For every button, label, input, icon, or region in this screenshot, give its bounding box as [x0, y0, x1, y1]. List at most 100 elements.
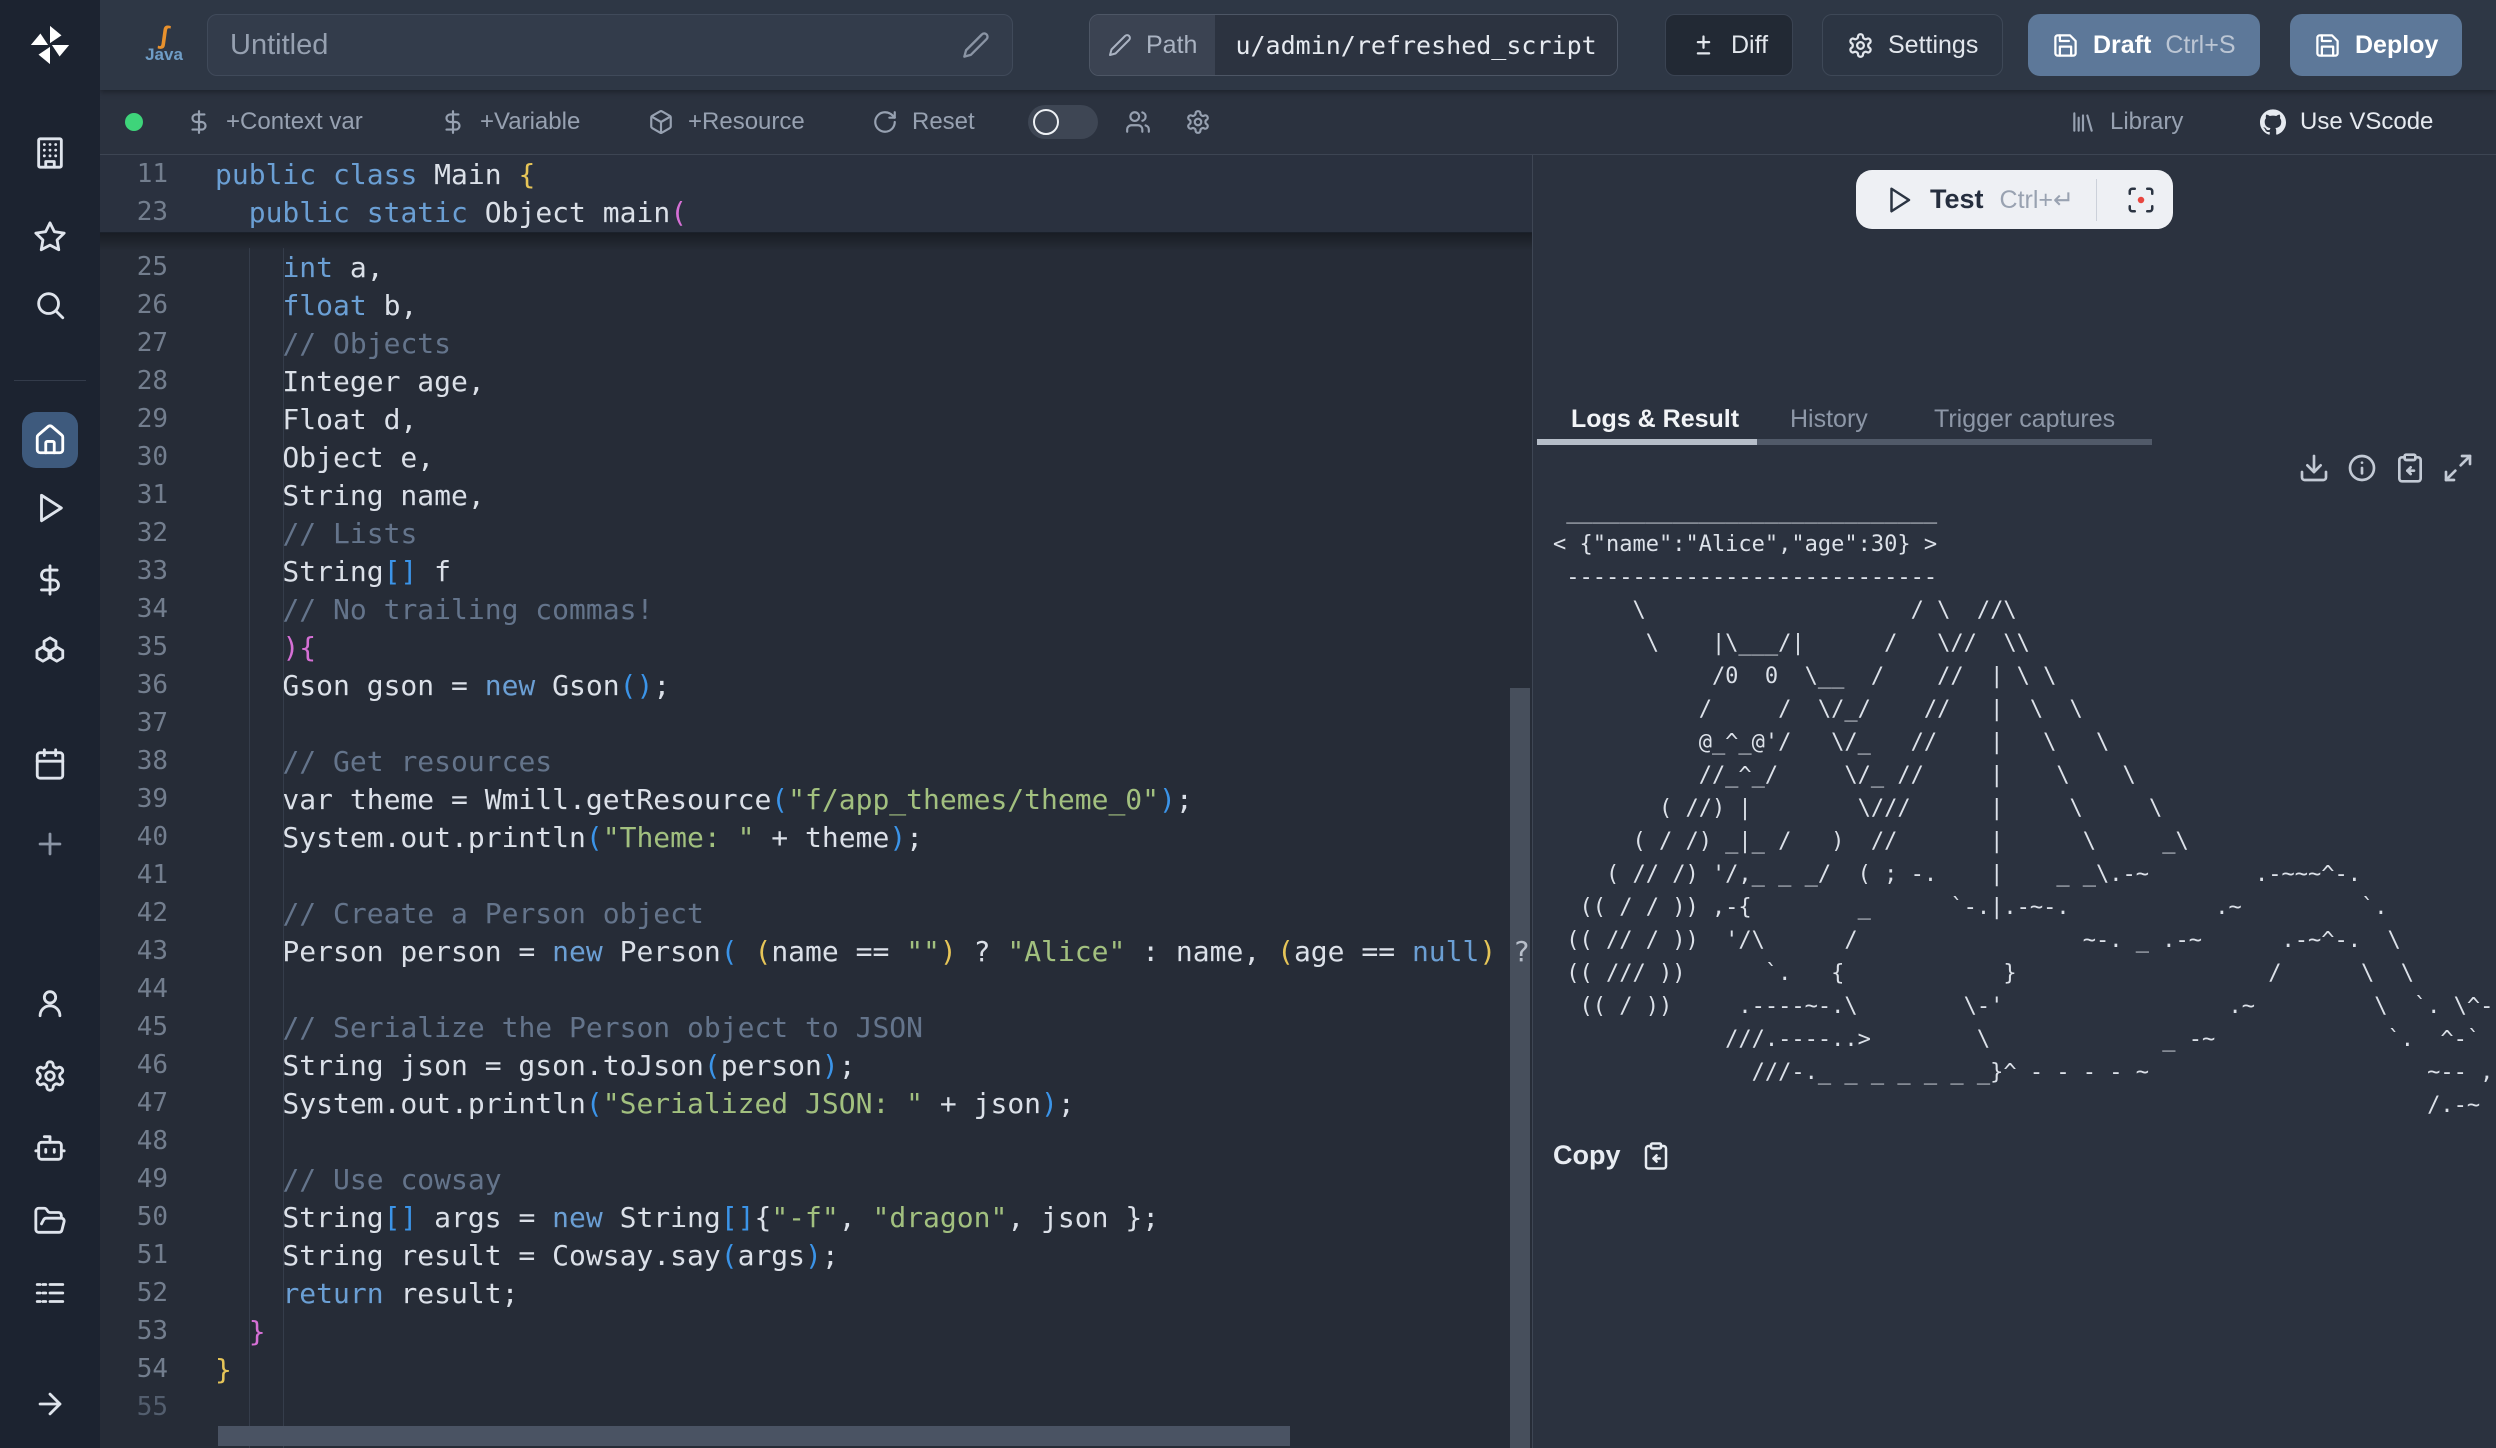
windmill-logo-icon[interactable]: [27, 22, 73, 68]
code-line: 35 ){: [100, 628, 1532, 666]
vertical-scrollbar[interactable]: [1510, 688, 1530, 1448]
line-number: 32: [100, 518, 168, 548]
use-vscode-button[interactable]: Use VScode: [2260, 90, 2433, 154]
info-icon[interactable]: [2346, 452, 2378, 484]
line-number: 49: [100, 1164, 168, 1194]
line-number: 55: [100, 1392, 168, 1422]
draft-shortcut: Ctrl+S: [2165, 31, 2235, 60]
diff-button[interactable]: Diff: [1665, 14, 1793, 76]
code-line: 27 // Objects: [100, 324, 1532, 362]
add-variable-button[interactable]: +Variable: [440, 90, 580, 154]
sidebar-item-resources[interactable]: [22, 624, 78, 680]
code-line: 49 // Use cowsay: [100, 1160, 1532, 1198]
assistant-toggle[interactable]: [1028, 105, 1098, 139]
line-number: 52: [100, 1278, 168, 1308]
divider: [2096, 179, 2097, 221]
add-resource-button[interactable]: +Resource: [648, 90, 805, 154]
sidebar-item-search[interactable]: [22, 277, 78, 333]
users-icon: [1125, 109, 1151, 135]
sidebar-item-add[interactable]: [22, 816, 78, 872]
toggle-knob: [1033, 109, 1059, 135]
play-icon: [33, 491, 67, 525]
result-output: ____________________________ < {"name":"…: [1553, 495, 2496, 1122]
sidebar-item-folders[interactable]: [22, 1193, 78, 1249]
draft-button[interactable]: Draft Ctrl+S: [2028, 14, 2260, 76]
sidebar-item-favorites[interactable]: [22, 209, 78, 265]
expand-icon[interactable]: [2442, 452, 2474, 484]
tab-logs-result[interactable]: Logs & Result: [1571, 405, 1739, 434]
download-icon[interactable]: [2298, 452, 2330, 484]
collaborators-button[interactable]: [1125, 90, 1151, 154]
code-line: 53 }: [100, 1312, 1532, 1350]
sidebar: [0, 0, 100, 1448]
code-line: 43 Person person = new Person( (name == …: [100, 932, 1532, 970]
calendar-icon: [33, 747, 67, 781]
sidebar-collapse-button[interactable]: [22, 1376, 78, 1432]
path-value[interactable]: u/admin/refreshed_script: [1215, 15, 1616, 75]
path-field[interactable]: Path u/admin/refreshed_script: [1089, 14, 1618, 76]
line-number: 33: [100, 556, 168, 586]
line-number: 30: [100, 442, 168, 472]
line-number: 51: [100, 1240, 168, 1270]
library-icon: [2070, 109, 2096, 135]
line-number: 41: [100, 860, 168, 890]
line-number: 39: [100, 784, 168, 814]
code-line: 23 public static Object main(: [100, 193, 1532, 231]
code-line: 25 int a,: [100, 248, 1532, 286]
sidebar-item-home[interactable]: [22, 412, 78, 468]
sidebar-item-workspace[interactable]: [22, 125, 78, 181]
library-button[interactable]: Library: [2070, 90, 2183, 154]
line-number: 23: [100, 197, 168, 227]
reset-button[interactable]: Reset: [872, 90, 975, 154]
robot-icon: [33, 1131, 67, 1165]
editor-toolbar: +Context var +Variable +Resource Reset L…: [100, 90, 2496, 155]
gear-icon: [33, 1059, 67, 1093]
sidebar-item-settings[interactable]: [22, 1048, 78, 1104]
line-number: 38: [100, 746, 168, 776]
status-indicator: [125, 113, 143, 131]
clipboard-icon[interactable]: [2394, 452, 2426, 484]
sticky-scroll: 11public class Main {23 public static Ob…: [100, 155, 1532, 233]
add-context-var-button[interactable]: +Context var: [186, 90, 363, 154]
deploy-button[interactable]: Deploy: [2290, 14, 2462, 76]
edit-title-icon[interactable]: [962, 31, 990, 59]
github-icon: [2260, 109, 2286, 135]
line-number: 50: [100, 1202, 168, 1232]
code-lines[interactable]: 25 int a,26 float b,27 // Objects28 Inte…: [100, 248, 1532, 1426]
sidebar-item-schedules[interactable]: [22, 736, 78, 792]
settings-button[interactable]: Settings: [1822, 14, 2003, 76]
sidebar-item-logs[interactable]: [22, 1265, 78, 1321]
capture-button[interactable]: [2119, 178, 2163, 222]
script-title-input[interactable]: Untitled: [207, 14, 1013, 76]
list-icon: [33, 1276, 67, 1310]
code-line: 26 float b,: [100, 286, 1532, 324]
copy-result-button[interactable]: Copy: [1553, 1140, 1671, 1171]
pencil-icon: [1108, 33, 1132, 57]
horizontal-scrollbar[interactable]: [218, 1426, 1290, 1446]
sidebar-item-workers[interactable]: [22, 1120, 78, 1176]
code-line: 38 // Get resources: [100, 742, 1532, 780]
code-line: 37: [100, 704, 1532, 742]
code-line: 50 String[] args = new String[]{"-f", "d…: [100, 1198, 1532, 1236]
code-line: 40 System.out.println("Theme: " + theme)…: [100, 818, 1532, 856]
code-line: 32 // Lists: [100, 514, 1532, 552]
sidebar-item-variables[interactable]: [22, 552, 78, 608]
test-button[interactable]: Test Ctrl+↵: [1856, 170, 2173, 229]
refresh-icon: [872, 109, 898, 135]
boxes-icon: [33, 635, 67, 669]
clipboard-icon: [1641, 1141, 1671, 1171]
script-title[interactable]: Untitled: [230, 29, 962, 62]
code-line: 31 String name,: [100, 476, 1532, 514]
sidebar-item-user[interactable]: [22, 975, 78, 1031]
tab-trigger-captures[interactable]: Trigger captures: [1934, 405, 2115, 434]
code-line: 55: [100, 1388, 1532, 1426]
code-editor[interactable]: 25 int a,26 float b,27 // Objects28 Inte…: [100, 155, 1532, 1448]
editor-settings-button[interactable]: [1185, 90, 1211, 154]
dollar-icon: [440, 109, 466, 135]
line-number: 44: [100, 974, 168, 1004]
code-line: 48: [100, 1122, 1532, 1160]
topbar: ʃ Java Untitled Path u/admin/refreshed_s…: [100, 0, 2496, 90]
line-number: 35: [100, 632, 168, 662]
sidebar-item-runs[interactable]: [22, 480, 78, 536]
tab-history[interactable]: History: [1790, 405, 1868, 434]
